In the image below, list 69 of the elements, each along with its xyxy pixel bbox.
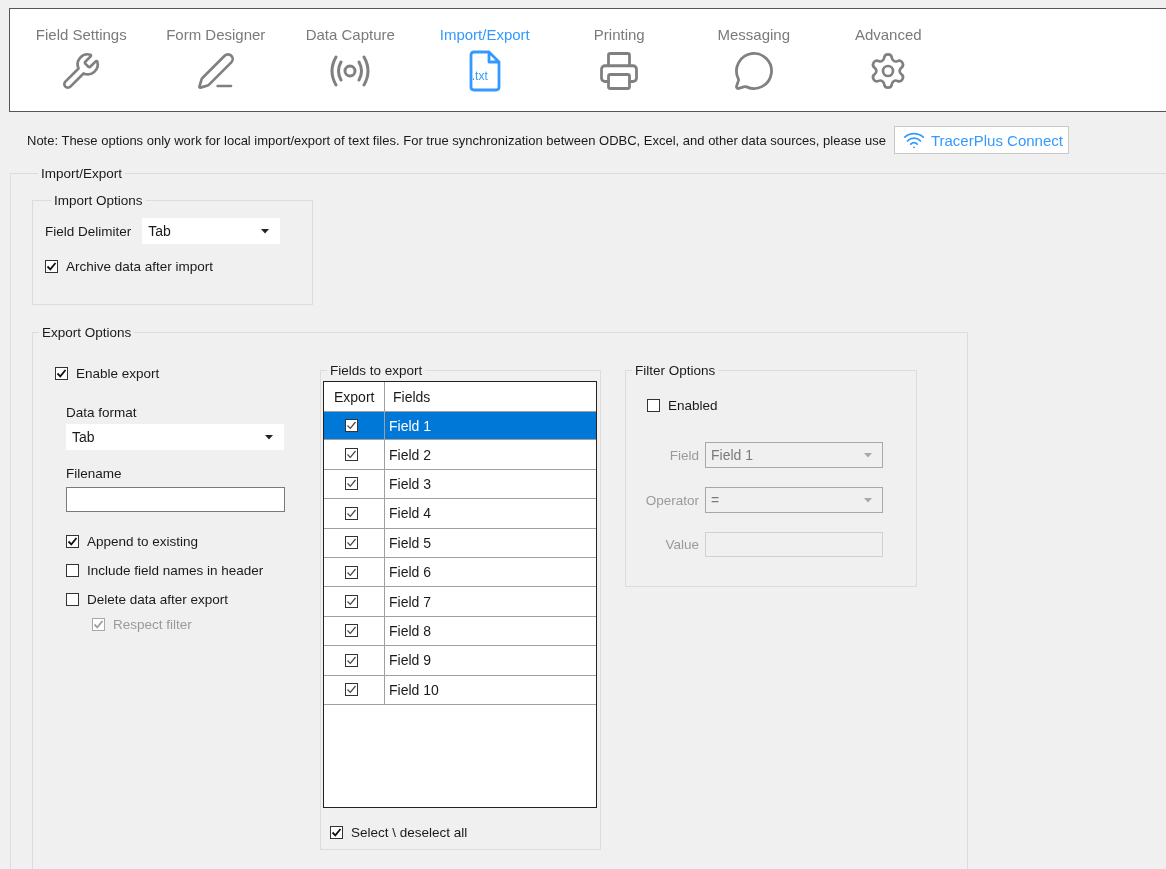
checkbox-label[interactable]: Include field names in header — [87, 563, 264, 578]
checkbox[interactable] — [345, 565, 358, 579]
checkbox[interactable] — [647, 399, 660, 412]
checkbox[interactable] — [345, 595, 358, 609]
checkbox[interactable] — [330, 826, 343, 839]
table-cell-text: Field 6 — [388, 563, 433, 583]
group-title: Filter Options — [634, 363, 717, 378]
toolbar-tab[interactable]: Advanced — [821, 9, 956, 111]
table-row[interactable]: Field 8 — [324, 616, 596, 647]
checkbox-label[interactable]: Select \ deselect all — [351, 825, 468, 840]
checkbox[interactable] — [55, 367, 68, 380]
checkbox[interactable] — [66, 593, 79, 606]
checkbox[interactable] — [45, 260, 58, 273]
table-row[interactable]: Field 5 — [324, 528, 596, 558]
checkbox-label[interactable]: Archive data after import — [66, 259, 214, 274]
group-title: Import Options — [53, 193, 144, 208]
field-label: Field — [668, 447, 699, 463]
toolbar-tab[interactable]: Printing — [552, 9, 687, 111]
checkbox-label[interactable]: Append to existing — [87, 534, 199, 549]
checkbox[interactable] — [345, 653, 358, 667]
field-label: Data format — [66, 405, 138, 420]
filename-field[interactable] — [66, 487, 285, 512]
format-dropdown[interactable]: Tab — [66, 424, 284, 450]
toolbar-tab[interactable]: Data Capture — [283, 9, 418, 111]
table-cell-text: Field 3 — [388, 474, 433, 494]
table-row[interactable]: Field 1 — [324, 411, 596, 441]
group-title: Import/Export — [40, 166, 124, 181]
table-cell-text: Field 8 — [388, 621, 433, 641]
checkbox-label[interactable]: Enable export — [76, 366, 160, 381]
table-cell-text: Field 1 — [388, 416, 433, 436]
table-cell-text: Field 7 — [388, 592, 433, 612]
note-text: Note: These options only work for local import/export of text files. For true synchronization between ODBC, Excel, and other data sources, please use — [27, 132, 886, 148]
table-cell-text: Field 2 — [388, 445, 433, 465]
table-row[interactable]: Field 9 — [324, 646, 596, 676]
toolbar-tab[interactable]: Messaging — [686, 9, 821, 111]
dropdown-caret-icon[interactable] — [261, 228, 270, 234]
column-header[interactable]: Fields — [385, 382, 585, 411]
checkbox[interactable] — [345, 624, 358, 638]
checkbox[interactable] — [66, 535, 79, 548]
table-row[interactable]: Field 6 — [324, 557, 596, 588]
checkbox[interactable] — [345, 536, 358, 550]
delimiter-dropdown[interactable]: Tab — [142, 218, 281, 244]
dropdown-caret-icon[interactable] — [265, 434, 273, 440]
checkbox[interactable] — [345, 477, 358, 491]
toolbar-tab[interactable]: Field Settings — [14, 9, 149, 111]
table-row[interactable]: Field 4 — [324, 499, 596, 529]
checkbox[interactable] — [345, 506, 358, 520]
table-cell-text: Field 9 — [388, 651, 433, 671]
table-cell-text: Field 10 — [388, 680, 440, 700]
checkbox[interactable] — [345, 419, 358, 433]
checkbox-label[interactable]: Enabled — [668, 398, 718, 413]
table-row[interactable]: Field 3 — [324, 469, 596, 500]
toolbar-tab[interactable]: Form Designer — [148, 9, 283, 111]
table-row[interactable]: Field 7 — [324, 587, 596, 617]
field-label: Filename — [66, 466, 123, 481]
field-label: Operator — [644, 492, 699, 508]
field-label: Value — [664, 537, 699, 552]
checkbox[interactable] — [345, 448, 358, 462]
file-type-label: .txt — [471, 69, 488, 83]
table-row[interactable]: Field 2 — [324, 440, 596, 470]
field-label: Field Delimiter — [45, 223, 132, 239]
checkbox[interactable] — [345, 683, 358, 697]
group-title: Export Options — [41, 325, 133, 340]
table-row[interactable]: Field 10 — [324, 675, 596, 705]
group-title: Fields to export — [329, 363, 424, 378]
checkbox-label[interactable]: Delete data after export — [87, 592, 229, 607]
checkbox[interactable] — [66, 564, 79, 577]
table-cell-text: Field 5 — [388, 533, 433, 553]
table-cell-text: Field 4 — [388, 504, 433, 524]
